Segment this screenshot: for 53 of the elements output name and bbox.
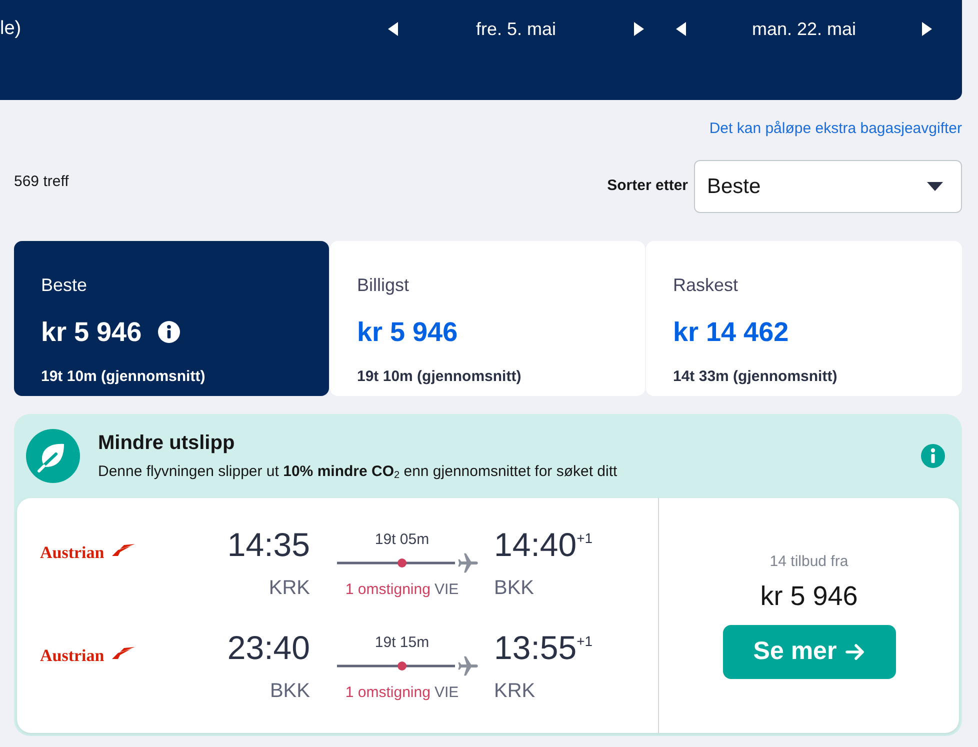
caret-down-icon (927, 182, 943, 191)
leaf-icon (26, 429, 80, 483)
arrival-time: 13:55 (494, 629, 577, 667)
sort-select[interactable]: Beste (694, 160, 962, 213)
caret-left-icon[interactable] (388, 22, 398, 36)
tab-duration: 19t 10m (gjennomsnitt) (41, 368, 206, 386)
via-airport: VIE (434, 580, 459, 600)
offers-count: 14 tilbud fra (770, 552, 848, 572)
arrow-right-icon (844, 642, 865, 662)
arrival-airport: KRK (494, 679, 536, 703)
departure-time: 23:40 (226, 629, 310, 667)
stop-dot-icon (398, 662, 406, 670)
caret-right-icon[interactable] (634, 22, 644, 36)
day-offset: +1 (576, 529, 593, 547)
tab-label: Billigst (357, 274, 410, 296)
airline-logo-text: Austrian (40, 647, 104, 665)
plane-icon (458, 656, 478, 676)
sort-tab[interactable]: Billigst kr 5 946 19t 10m (gjennomsnitt) (330, 241, 645, 396)
tab-duration: 14t 33m (gjennomsnitt) (673, 368, 838, 386)
stop-dot-icon (398, 558, 406, 568)
stops-text: 1 omstigning (345, 683, 430, 703)
sort-tab[interactable]: Raskest kr 14 462 14t 33m (gjennomsnitt) (646, 241, 962, 396)
tab-duration: 19t 10m (gjennomsnitt) (357, 368, 522, 386)
sort-label: Sorter etter (607, 176, 688, 196)
sort-tab[interactable]: Beste kr 5 946 19t 10m (gjennomsnitt) (14, 241, 329, 396)
via-airport: VIE (434, 683, 459, 703)
departure-time: 14:35 (226, 526, 310, 564)
arrival-airport: BKK (494, 576, 536, 600)
plane-icon (458, 553, 478, 573)
departure-airport: BKK (268, 679, 310, 703)
caret-left-icon[interactable] (676, 22, 686, 36)
flight-duration: 19t 15m (374, 634, 430, 652)
departure-airport: KRK (268, 576, 310, 600)
baggage-fees-link[interactable]: Det kan påløpe ekstra bagasjeavgifter (709, 119, 962, 139)
tab-price: kr 14 462 (673, 316, 789, 346)
info-icon[interactable] (158, 320, 180, 342)
tab-price: kr 5 946 (41, 316, 142, 346)
arrival-time: 14:40 (494, 526, 577, 564)
offer-price: kr 5 946 (760, 581, 858, 611)
day-offset: +1 (576, 632, 593, 650)
header-text: le) (0, 17, 22, 41)
airline-logo-text: Austrian (40, 544, 104, 562)
stops-text: 1 omstigning (345, 580, 430, 600)
flight-duration: 19t 05m (374, 531, 430, 549)
tab-label: Raskest (673, 274, 740, 296)
eco-banner-text: Denne flyvningen slipper ut 10% mindre CO$_{2}$ enn gjennomsnittet for søket ditt (98, 462, 618, 482)
caret-right-icon[interactable] (922, 22, 932, 36)
date-label[interactable]: fre. 5. mai (398, 17, 634, 41)
result-count: 569 treff (14, 172, 69, 192)
tab-label: Beste (41, 274, 88, 296)
tab-price: kr 5 946 (357, 316, 458, 346)
eco-banner-title: Mindre utslipp (98, 430, 236, 454)
date-label[interactable]: man. 22. mai (686, 17, 922, 41)
